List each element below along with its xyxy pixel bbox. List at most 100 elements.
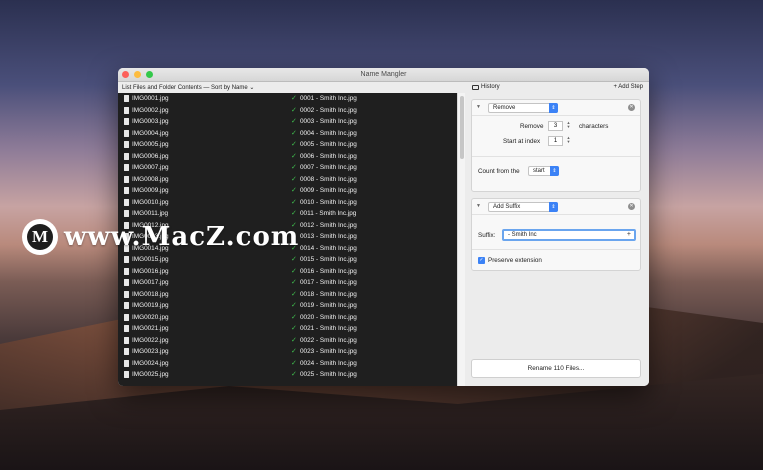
original-file-name: IMG0009.jpg [132, 187, 169, 194]
watermark-text: www.MacZ.com [64, 222, 300, 252]
file-row[interactable]: IMG0002.jpg ✓ 0002 - Smith Inc.jpg [118, 105, 457, 117]
new-file-name: 0007 - Smith Inc.jpg [300, 164, 357, 171]
history-button[interactable]: History [472, 84, 500, 90]
file-row[interactable]: IMG0016.jpg ✓ 0016 - Smith Inc.jpg [118, 266, 457, 278]
document-icon [124, 371, 129, 378]
document-icon [124, 175, 129, 183]
zoom-window-button[interactable] [146, 71, 153, 78]
suffix-action-popup[interactable]: Add Suffix ⇕ [488, 202, 558, 212]
popup-arrows-icon: ⇕ [549, 202, 558, 212]
count-from-popup[interactable]: start ⇕ [528, 166, 559, 176]
file-row[interactable]: IMG0007.jpg ✓ 0007 - Smith Inc.jpg [118, 162, 457, 174]
new-file-name: 0009 - Smith Inc.jpg [300, 187, 357, 194]
title-bar[interactable]: Name Mangler [118, 68, 649, 82]
file-row[interactable]: IMG0023.jpg ✓ 0023 - Smith Inc.jpg [118, 346, 457, 358]
divider [472, 156, 640, 157]
file-row[interactable]: IMG0018.jpg ✓ 0018 - Smith Inc.jpg [118, 289, 457, 301]
suffix-action-value: Add Suffix [493, 204, 521, 210]
suffix-step-close-icon[interactable]: ✕ [628, 203, 635, 210]
file-row[interactable]: IMG0008.jpg ✓ 0008 - Smith Inc.jpg [118, 174, 457, 186]
original-file-name: IMG0019.jpg [132, 302, 169, 309]
original-file-name: IMG0024.jpg [132, 359, 169, 367]
preserve-extension-label: Preserve extension [488, 257, 542, 264]
start-index-stepper[interactable]: ▲ ▼ [566, 136, 571, 144]
file-row[interactable]: IMG0001.jpg ✓ 0001 - Smith Inc.jpg [118, 93, 457, 105]
disclosure-triangle-icon[interactable]: ▼ [476, 104, 481, 110]
original-file-name: IMG0002.jpg [132, 106, 169, 114]
list-sort-menu[interactable]: List Files and Folder Contents — Sort by… [122, 84, 254, 91]
preserve-extension-checkbox[interactable]: ✓ [478, 257, 485, 264]
document-icon [124, 290, 129, 298]
new-file-name: 0005 - Smith Inc.jpg [300, 141, 357, 148]
new-file-name: 0019 - Smith Inc.jpg [300, 302, 357, 309]
start-index-field[interactable]: 1 [548, 136, 563, 146]
document-icon [124, 279, 129, 286]
close-window-button[interactable] [122, 71, 129, 78]
file-row[interactable]: IMG0005.jpg ✓ 0005 - Smith Inc.jpg [118, 139, 457, 151]
new-file-name: 0020 - Smith Inc.jpg [300, 313, 357, 321]
original-file-name: IMG0004.jpg [132, 129, 169, 137]
file-row[interactable]: IMG0009.jpg ✓ 0009 - Smith Inc.jpg [118, 185, 457, 197]
checkmark-icon: ✓ [291, 198, 297, 206]
checkmark-icon: ✓ [291, 313, 297, 321]
file-row[interactable]: IMG0025.jpg ✓ 0025 - Smith Inc.jpg [118, 369, 457, 381]
document-icon [124, 313, 129, 321]
original-file-name: IMG0008.jpg [132, 175, 169, 183]
add-step-button[interactable]: + Add Step [613, 84, 643, 90]
rename-files-button[interactable]: Rename 110 Files... [471, 359, 641, 378]
remove-step-close-icon[interactable]: ✕ [628, 104, 635, 111]
minimize-window-button[interactable] [134, 71, 141, 78]
document-icon [124, 187, 129, 194]
file-row[interactable]: IMG0015.jpg ✓ 0015 - Smith Inc.jpg [118, 254, 457, 266]
remove-count-field[interactable]: 3 [548, 121, 563, 131]
checkmark-icon: ✓ [291, 348, 297, 355]
file-row[interactable]: IMG0024.jpg ✓ 0024 - Smith Inc.jpg [118, 358, 457, 370]
window-title: Name Mangler [360, 71, 407, 78]
file-row[interactable]: IMG0019.jpg ✓ 0019 - Smith Inc.jpg [118, 300, 457, 312]
file-row[interactable]: IMG0003.jpg ✓ 0003 - Smith Inc.jpg [118, 116, 457, 128]
new-file-name: 0022 - Smith Inc.jpg [300, 336, 357, 344]
logo-letter: M [27, 224, 53, 250]
new-file-name: 0010 - Smith Inc.jpg [300, 198, 357, 206]
file-row[interactable]: IMG0017.jpg ✓ 0017 - Smith Inc.jpg [118, 277, 457, 289]
disclosure-triangle-icon[interactable]: ▼ [476, 203, 481, 209]
checkmark-icon: ✓ [291, 290, 297, 298]
steps-panel: ▼ Remove ⇕ ✕ Remove 3 ▲ ▼ characters Star… [465, 93, 649, 386]
original-file-name: IMG0023.jpg [132, 348, 169, 355]
checkmark-icon: ✓ [291, 106, 297, 114]
file-row[interactable]: IMG0004.jpg ✓ 0004 - Smith Inc.jpg [118, 128, 457, 140]
original-file-name: IMG0003.jpg [132, 118, 169, 125]
remove-count-stepper[interactable]: ▲ ▼ [566, 121, 571, 129]
insert-token-plus-icon[interactable]: + [627, 231, 631, 239]
file-row[interactable]: IMG0011.jpg ✓ 0011 - Smith Inc.jpg [118, 208, 457, 220]
file-row[interactable]: IMG0020.jpg ✓ 0020 - Smith Inc.jpg [118, 312, 457, 324]
remove-step-card: ▼ Remove ⇕ ✕ Remove 3 ▲ ▼ characters Star… [471, 99, 641, 192]
original-file-name: IMG0006.jpg [132, 152, 169, 160]
remove-step-header: ▼ Remove ⇕ ✕ [472, 100, 640, 116]
remove-action-popup[interactable]: Remove ⇕ [488, 103, 558, 113]
original-file-name: IMG0018.jpg [132, 290, 169, 298]
file-list-scrollbar[interactable] [457, 93, 465, 386]
scrollbar-thumb[interactable] [460, 96, 464, 159]
new-file-name: 0004 - Smith Inc.jpg [300, 129, 357, 137]
characters-label: characters [579, 123, 609, 130]
window-controls [122, 71, 153, 78]
checkmark-icon: ✓ [291, 187, 297, 194]
new-file-name: 0016 - Smith Inc.jpg [300, 267, 357, 275]
new-file-name: 0014 - Smith Inc.jpg [300, 244, 357, 252]
file-row[interactable]: IMG0021.jpg ✓ 0021 - Smith Inc.jpg [118, 323, 457, 335]
file-row[interactable]: IMG0022.jpg ✓ 0022 - Smith Inc.jpg [118, 335, 457, 347]
original-file-name: IMG0022.jpg [132, 336, 169, 344]
original-file-name: IMG0017.jpg [132, 279, 169, 286]
file-row[interactable]: IMG0010.jpg ✓ 0010 - Smith Inc.jpg [118, 197, 457, 209]
document-icon [124, 106, 129, 114]
document-icon [124, 118, 129, 125]
file-row[interactable]: IMG0006.jpg ✓ 0006 - Smith Inc.jpg [118, 151, 457, 163]
suffix-input[interactable]: - Smith Inc + [502, 229, 636, 241]
checkmark-icon: ✓ [291, 371, 297, 378]
document-icon [124, 359, 129, 367]
remove-action-value: Remove [493, 105, 516, 111]
original-file-name: IMG0011.jpg [132, 210, 169, 217]
checkmark-icon: ✓ [291, 256, 297, 263]
checkmark-icon: ✓ [291, 302, 297, 309]
